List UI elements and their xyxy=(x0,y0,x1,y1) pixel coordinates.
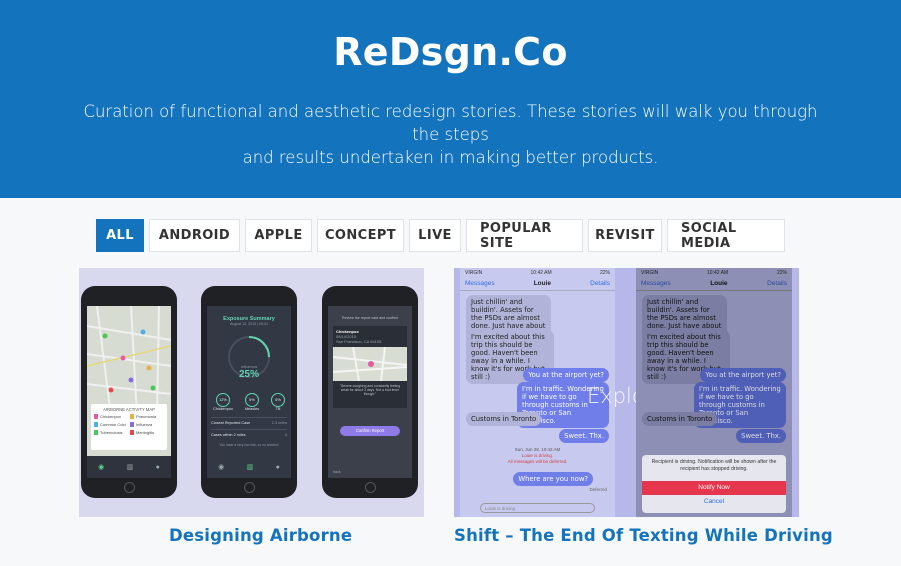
user-icon: ● xyxy=(275,463,280,471)
message-bubble: Sweet. Thx. xyxy=(736,429,786,443)
map-illustration xyxy=(87,306,171,478)
filter-live[interactable]: LIVE xyxy=(409,219,461,252)
phone-mockup: AIRBORNE ACTIVITY MAP Chickenpox Pneumon… xyxy=(81,286,177,498)
message-bubble: Sweet. Thx. xyxy=(559,429,609,443)
report-card: Chickenpox 08/14/2015 San Francisco, CA … xyxy=(333,326,407,408)
driving-alert-dialog: Recipient is driving. Notification will … xyxy=(642,455,786,513)
battery-label: 22% xyxy=(599,270,610,276)
message-bubble: Customs in Toronto xyxy=(466,412,542,426)
ring-value: 5% xyxy=(244,393,259,407)
ring-label: Measles xyxy=(244,407,259,411)
message-bubble: You at the airport yet? xyxy=(700,368,786,382)
tab-bar: ◉ ▥ ● xyxy=(207,456,291,478)
filter-concept[interactable]: CONCEPT xyxy=(317,219,404,252)
bars-icon: ▥ xyxy=(246,464,254,471)
filter-social-media[interactable]: SOCIAL MEDIA xyxy=(667,219,785,252)
story-title-link[interactable]: Designing Airborne xyxy=(169,526,352,545)
filter-apple[interactable]: APPLE xyxy=(245,219,312,252)
report-place: San Francisco, CA 94105 xyxy=(336,339,382,344)
conversation-title: Louie xyxy=(533,280,552,287)
row-value: 2.3 miles xyxy=(271,421,287,425)
category-filters: ALL ANDROID APPLE CONCEPT LIVE POPULAR S… xyxy=(96,219,785,252)
bars-icon: ▥ xyxy=(126,464,134,471)
deferred-label: Deferred xyxy=(589,487,607,492)
filter-android[interactable]: ANDROID xyxy=(149,219,240,252)
details-button[interactable]: Details xyxy=(767,280,787,287)
site-description: Curation of functional and aesthetic red… xyxy=(80,100,821,169)
row-value: 3 xyxy=(284,433,287,437)
time-label: 10:42 AM xyxy=(530,270,552,276)
report-quote: "Severe coughing and constantly feeling … xyxy=(339,384,401,396)
carrier-label: VIRGIN xyxy=(465,270,483,276)
status-bar: VIRGIN 10:42 AM 22% xyxy=(636,268,792,277)
details-button[interactable]: Details xyxy=(590,280,610,287)
cancel-button[interactable]: Cancel xyxy=(642,495,786,509)
back-button[interactable]: Messages xyxy=(465,280,495,287)
filter-popular-site[interactable]: POPULAR SITE xyxy=(466,219,583,252)
report-header: Review the report card and confirm xyxy=(342,316,398,320)
legend-item: Influenza xyxy=(130,422,164,427)
risk-note: You have a very low risk, so no worries! xyxy=(219,443,279,447)
filter-revisit[interactable]: REVISIT xyxy=(588,219,662,252)
map-legend-panel: AIRBORNE ACTIVITY MAP Chickenpox Pneumon… xyxy=(91,404,167,450)
site-description-line: and results undertaken in making better … xyxy=(242,148,659,167)
user-icon: ● xyxy=(155,463,160,471)
row-label: Cases within 2 miles xyxy=(211,433,246,437)
nav-bar: Messages Louie Details xyxy=(460,277,615,291)
exposure-value: 25% xyxy=(238,369,259,380)
site-title: ReDsgn.Co xyxy=(333,30,568,74)
message-bubble: Where are you now? xyxy=(513,472,593,486)
battery-label: 22% xyxy=(776,270,787,276)
ring-value: 12% xyxy=(215,393,230,407)
story-thumbnail[interactable]: AIRBORNE ACTIVITY MAP Chickenpox Pneumon… xyxy=(79,268,424,517)
exposure-date: August 12, 2015 | 09:41 xyxy=(229,322,269,326)
system-notice: Louie is driving. xyxy=(521,453,554,458)
tab-bar: ◉ ▥ ● xyxy=(87,456,171,478)
ring-label: TB xyxy=(275,407,281,411)
legend-item: Common Cold xyxy=(94,422,128,427)
story-card-shift[interactable]: VIRGIN 10:42 AM 22% Messages Louie Details J… xyxy=(454,268,833,545)
site-description-line: Curation of functional and aesthetic red… xyxy=(83,102,818,144)
carrier-label: VIRGIN xyxy=(641,270,659,276)
conversation-title: Louie xyxy=(710,280,728,287)
back-link[interactable]: back xyxy=(333,470,341,474)
legend-item: Meningitis xyxy=(130,430,164,435)
status-bar: VIRGIN 10:42 AM 22% xyxy=(460,268,615,277)
filter-all[interactable]: ALL xyxy=(96,219,144,252)
ring-value: 6% xyxy=(270,393,285,407)
hero-banner: ReDsgn.Co Curation of functional and aes… xyxy=(0,0,901,198)
dialog-text: Recipient is driving. Notification will … xyxy=(651,459,777,472)
message-bubble: You at the airport yet? xyxy=(523,368,609,382)
story-title-link[interactable]: Shift – The End Of Texting While Driving xyxy=(454,526,833,545)
map-pin-icon: ◉ xyxy=(98,464,105,471)
report-map xyxy=(333,347,407,381)
legend-item: Pneumonia xyxy=(130,414,164,419)
legend-title: AIRBORNE ACTIVITY MAP xyxy=(103,407,155,412)
legend-item: Chickenpox xyxy=(94,414,128,419)
system-date: Sun, Jun 28, 10:42 AM xyxy=(514,447,561,452)
nav-bar: Messages Louie Details xyxy=(636,277,792,291)
legend-item: Tuberculosis xyxy=(94,430,128,435)
message-input[interactable]: Louie is driving xyxy=(480,503,595,513)
phone-mockup: Review the report card and confirm Chick… xyxy=(322,286,418,498)
confirm-report-button[interactable]: Confirm Report xyxy=(340,426,400,436)
notify-now-button[interactable]: Notify Now xyxy=(642,481,786,495)
messages-screen: VIRGIN 10:42 AM 22% Messages Louie Details J… xyxy=(636,268,792,517)
map-pin-icon: ◉ xyxy=(218,464,225,471)
system-notice: All messages will be deferred. xyxy=(507,459,568,464)
row-label: Closest Reported Case xyxy=(211,421,251,425)
time-label: 10:42 AM xyxy=(707,270,729,276)
ring-label: Chickenpox xyxy=(213,407,233,411)
story-card-airborne[interactable]: AIRBORNE ACTIVITY MAP Chickenpox Pneumon… xyxy=(79,268,424,545)
message-bubble: Customs in Toronto xyxy=(642,412,718,426)
back-button[interactable]: Messages xyxy=(641,280,671,287)
story-thumbnail[interactable]: VIRGIN 10:42 AM 22% Messages Louie Details J… xyxy=(454,268,799,517)
phone-mockup: Exposure Summary August 12, 2015 | 09:41… xyxy=(201,286,297,498)
